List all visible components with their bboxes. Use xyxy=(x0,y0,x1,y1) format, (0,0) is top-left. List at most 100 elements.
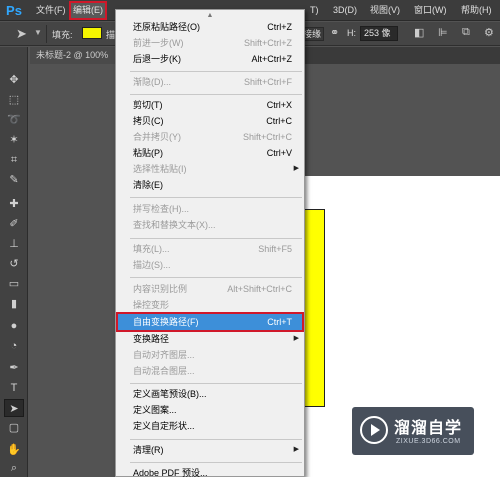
menu-item-transform-path[interactable]: 变换路径 ▶ xyxy=(118,331,302,347)
menu-separator xyxy=(130,462,302,463)
gradient-tool-icon[interactable]: ▮ xyxy=(4,295,24,313)
menu-item-step-backward[interactable]: 后退一步(K) Alt+Ctrl+Z xyxy=(118,51,302,67)
menu-item-label: 拼写检查(H)... xyxy=(133,204,189,214)
edit-menu-dropdown: ▲ 还原粘贴路径(O) Ctrl+Z 前进一步(W) Shift+Ctrl+Z 后退… xyxy=(115,9,305,477)
play-logo-icon xyxy=(360,416,388,444)
menu-item-auto-align-layers[interactable]: 自动对齐图层... xyxy=(118,347,302,363)
menu-item-label: 还原粘贴路径(O) xyxy=(133,22,200,32)
zoom-tool-icon[interactable]: ⌕ xyxy=(4,459,24,477)
menu-item-purge[interactable]: 清理(R) ▶ xyxy=(118,442,302,458)
pen-tool-icon[interactable]: ✒ xyxy=(4,359,24,377)
menu-item-shortcut: Shift+Ctrl+C xyxy=(242,132,292,142)
menu-item-fill[interactable]: 填充(L)... Shift+F5 xyxy=(118,241,302,257)
menu-item-adobe-pdf-presets[interactable]: Adobe PDF 预设... xyxy=(118,465,302,477)
menu-item-free-transform-path[interactable]: 自由变换路径(F) Ctrl+T xyxy=(116,312,304,332)
path-alignment-icon[interactable]: ⊫ xyxy=(438,26,448,39)
magic-wand-tool-icon[interactable]: ✶ xyxy=(4,131,24,149)
divider xyxy=(46,25,47,43)
menu-item-label: 清除(E) xyxy=(133,180,163,190)
hand-tool-icon[interactable]: ✋ xyxy=(4,441,24,459)
menu-item-undo-paste-path[interactable]: 还原粘贴路径(O) Ctrl+Z xyxy=(118,19,302,35)
menu-item-label: 合并拷贝(Y) xyxy=(133,132,181,142)
menu-item-label: 选择性粘贴(I) xyxy=(133,164,187,174)
menu-file[interactable]: 文件(F) xyxy=(36,3,66,18)
brush-tool-icon[interactable]: ✐ xyxy=(4,215,24,233)
move-tool-icon[interactable]: ✥ xyxy=(4,71,24,89)
menu-separator xyxy=(130,94,302,95)
chevron-down-icon[interactable]: ▼ xyxy=(34,28,42,37)
menu-window[interactable]: 窗口(W) xyxy=(414,3,447,18)
path-arrangement-icon[interactable]: ⧉ xyxy=(462,26,470,39)
submenu-arrow-icon: ▶ xyxy=(293,165,299,172)
menu-edit[interactable]: 编辑(E) xyxy=(69,1,107,20)
marquee-tool-icon[interactable]: ⬚ xyxy=(4,91,24,109)
menu-item-paste[interactable]: 粘贴(P) Ctrl+V xyxy=(118,145,302,161)
document-tab[interactable]: 未标题-2 @ 100% xyxy=(30,47,120,64)
menu-item-shortcut: Ctrl+T xyxy=(267,317,292,327)
menu-item-content-aware-scale[interactable]: 内容识别比例 Alt+Shift+Ctrl+C xyxy=(118,281,302,297)
menu-item-shortcut: Ctrl+C xyxy=(266,116,292,126)
eyedropper-tool-icon[interactable]: ✎ xyxy=(4,171,24,189)
menu-separator xyxy=(130,439,302,440)
menu-item-shortcut: Alt+Ctrl+Z xyxy=(251,54,292,64)
menu-3d[interactable]: 3D(D) xyxy=(333,3,357,18)
menu-item-define-pattern[interactable]: 定义图案... xyxy=(118,402,302,418)
watermark: 溜溜自学 ZIXUE.3D66.COM xyxy=(352,407,474,455)
menu-type[interactable]: T) xyxy=(310,3,319,18)
menu-item-label: 查找和替换文本(X)... xyxy=(133,220,216,230)
menu-separator xyxy=(130,71,302,72)
menu-separator xyxy=(130,383,302,384)
menu-item-shortcut: Shift+Ctrl+F xyxy=(243,77,292,87)
menu-item-define-custom-shape[interactable]: 定义自定形状... xyxy=(118,418,302,434)
rectangle-tool-icon[interactable]: ▢ xyxy=(4,419,24,437)
dodge-tool-icon[interactable]: ◔ xyxy=(4,337,24,355)
menu-item-shortcut: Ctrl+V xyxy=(266,148,292,158)
link-icon[interactable]: ⚭ xyxy=(330,26,339,39)
menu-item-label: Adobe PDF 预设... xyxy=(133,468,208,477)
menu-item-puppet-warp[interactable]: 操控变形 xyxy=(118,297,302,313)
type-tool-icon[interactable]: T xyxy=(4,379,24,397)
menu-item-label: 描边(S)... xyxy=(133,260,171,270)
menu-item-auto-blend-layers[interactable]: 自动混合图层... xyxy=(118,363,302,379)
menu-item-shortcut: Shift+Ctrl+Z xyxy=(243,38,292,48)
path-selection-icon[interactable]: ➤ xyxy=(16,26,27,42)
menu-item-check-spelling[interactable]: 拼写检查(H)... xyxy=(118,201,302,217)
menu-item-find-replace[interactable]: 查找和替换文本(X)... xyxy=(118,217,302,233)
crop-tool-icon[interactable]: ⌗ xyxy=(4,151,24,169)
menu-item-clear[interactable]: 清除(E) xyxy=(118,177,302,193)
menu-item-shortcut: Shift+F5 xyxy=(258,244,292,254)
menu-item-copy[interactable]: 拷贝(C) Ctrl+C xyxy=(118,113,302,129)
menu-item-define-brush-preset[interactable]: 定义画笔预设(B)... xyxy=(118,386,302,402)
height-label: H: xyxy=(347,28,356,38)
watermark-title: 溜溜自学 xyxy=(394,420,463,437)
menu-item-label: 拷贝(C) xyxy=(133,116,164,126)
menu-item-label: 定义自定形状... xyxy=(133,421,195,431)
history-brush-tool-icon[interactable]: ↺ xyxy=(4,255,24,273)
menu-view[interactable]: 视图(V) xyxy=(370,3,400,18)
submenu-arrow-icon: ▶ xyxy=(293,446,299,453)
menu-item-cut[interactable]: 剪切(T) Ctrl+X xyxy=(118,97,302,113)
menu-item-copy-merged[interactable]: 合并拷贝(Y) Shift+Ctrl+C xyxy=(118,129,302,145)
menu-item-label: 清理(R) xyxy=(133,445,164,455)
menu-item-fade[interactable]: 渐隐(D)... Shift+Ctrl+F xyxy=(118,74,302,90)
lasso-tool-icon[interactable]: ➰ xyxy=(4,111,24,129)
menu-item-step-forward[interactable]: 前进一步(W) Shift+Ctrl+Z xyxy=(118,35,302,51)
clone-stamp-tool-icon[interactable]: ⊥ xyxy=(4,235,24,253)
menu-item-label: 渐隐(D)... xyxy=(133,77,171,87)
fill-color-swatch[interactable] xyxy=(82,27,102,39)
menu-item-stroke[interactable]: 描边(S)... xyxy=(118,257,302,273)
blur-tool-icon[interactable]: ● xyxy=(4,317,24,335)
menu-separator xyxy=(130,197,302,198)
eraser-tool-icon[interactable]: ▭ xyxy=(4,275,24,293)
menu-item-label: 后退一步(K) xyxy=(133,54,181,64)
gear-icon[interactable]: ⚙ xyxy=(484,26,494,39)
height-input[interactable]: 253 像 xyxy=(360,26,398,41)
menu-item-label: 填充(L)... xyxy=(133,244,170,254)
menu-help[interactable]: 帮助(H) xyxy=(461,3,492,18)
menu-item-label: 自动对齐图层... xyxy=(133,350,195,360)
menu-item-label: 定义图案... xyxy=(133,405,177,415)
menu-item-paste-special[interactable]: 选择性粘贴(I) ▶ xyxy=(118,161,302,177)
path-selection-tool-icon[interactable]: ➤ xyxy=(4,399,24,417)
healing-brush-tool-icon[interactable]: ✚ xyxy=(4,195,24,213)
path-operations-icon[interactable]: ◧ xyxy=(414,26,424,39)
